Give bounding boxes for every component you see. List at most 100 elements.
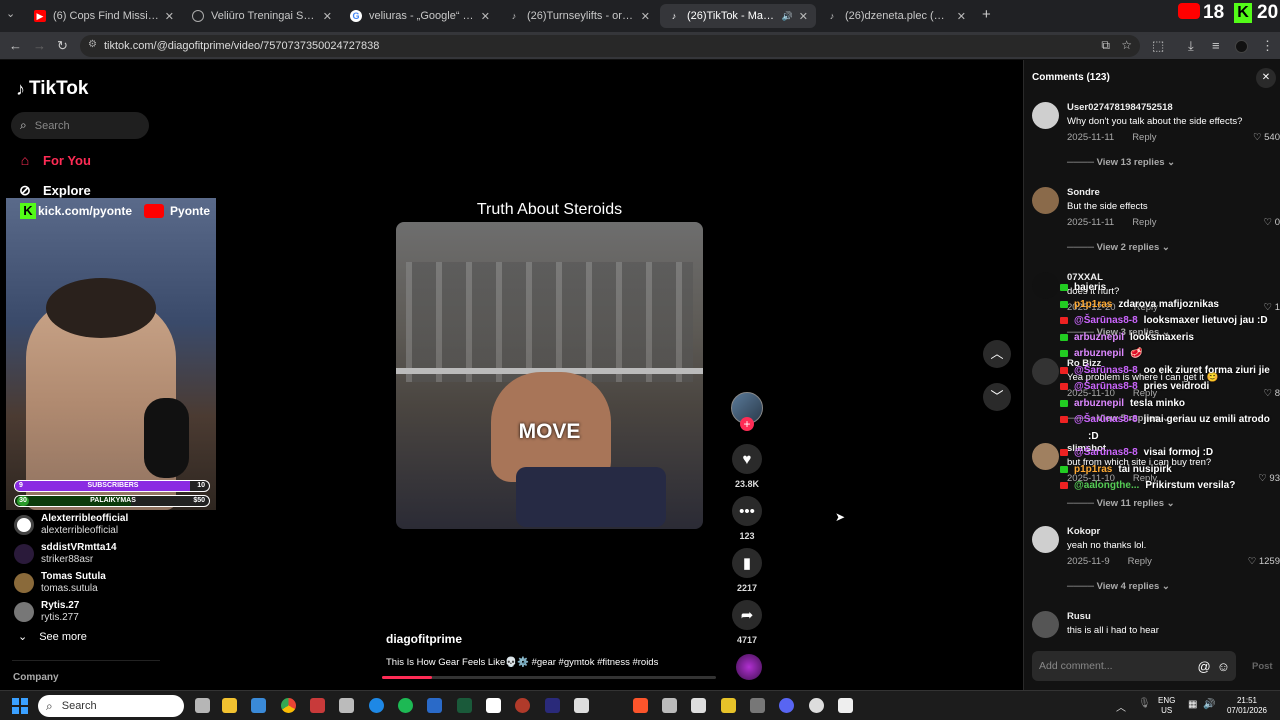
app-icon[interactable] bbox=[457, 698, 472, 713]
music-disc-icon[interactable] bbox=[736, 654, 762, 680]
follow-plus-icon[interactable]: + bbox=[740, 417, 754, 431]
close-tab-icon[interactable]: ✕ bbox=[481, 10, 490, 23]
comment-user[interactable]: Ro Bizz bbox=[1067, 358, 1101, 369]
browser-tab-active[interactable]: ♪ (26)TikTok - Make Your Day 🔊 ✕ bbox=[660, 4, 816, 28]
discord-icon[interactable] bbox=[779, 698, 794, 713]
reload-icon[interactable]: ↻ bbox=[57, 38, 68, 54]
app-icon[interactable] bbox=[339, 698, 354, 713]
reply-button[interactable]: Reply bbox=[1134, 302, 1158, 313]
forward-arrow-icon[interactable]: → bbox=[33, 38, 46, 53]
mention-at-icon[interactable]: @ bbox=[1198, 659, 1211, 674]
close-comments-icon[interactable]: ✕ bbox=[1256, 68, 1276, 88]
close-tab-icon[interactable]: ✕ bbox=[957, 10, 966, 23]
app-icon[interactable] bbox=[662, 698, 677, 713]
task-view-icon[interactable] bbox=[195, 698, 210, 713]
close-tab-icon[interactable]: ✕ bbox=[641, 10, 650, 23]
close-tab-icon[interactable]: ✕ bbox=[799, 10, 808, 23]
tray-chevron-up-icon[interactable]: ︿ bbox=[1116, 699, 1126, 714]
comment-like-button[interactable]: ♡ 1 bbox=[1264, 302, 1280, 313]
nav-explore[interactable]: ⊘ Explore bbox=[16, 182, 91, 199]
comment-like-button[interactable]: ♡ 540 bbox=[1253, 132, 1280, 143]
avatar[interactable] bbox=[1032, 611, 1059, 638]
search-box[interactable]: ⌕ Search bbox=[11, 112, 149, 139]
profile-avatar[interactable] bbox=[1235, 40, 1248, 53]
close-tab-icon[interactable]: ✕ bbox=[323, 10, 332, 23]
avatar[interactable] bbox=[1032, 102, 1059, 129]
browser-menu-icon[interactable]: ⋮ bbox=[1261, 38, 1274, 54]
speaker-icon[interactable]: 🔊 bbox=[782, 11, 793, 22]
taskbar-search[interactable]: ⌕ Search bbox=[38, 695, 184, 717]
view-replies-button[interactable]: ──── View 11 replies ⌄ bbox=[1067, 498, 1175, 509]
save-button[interactable]: ▮ 2217 bbox=[732, 548, 762, 593]
post-comment-button[interactable]: Post bbox=[1252, 661, 1273, 672]
back-arrow-icon[interactable]: ← bbox=[9, 38, 22, 53]
app-icon[interactable] bbox=[486, 698, 501, 713]
followed-account[interactable]: Rytis.27 rytis.277 bbox=[14, 600, 79, 624]
app-icon[interactable] bbox=[515, 698, 530, 713]
followed-account[interactable]: sddistVRmtta14 striker88asr bbox=[14, 542, 117, 566]
view-replies-button[interactable]: ──── View 3 replies ⌄ bbox=[1067, 327, 1170, 338]
comment-user[interactable]: User0274781984752518 bbox=[1067, 102, 1173, 113]
avatar[interactable] bbox=[1032, 272, 1059, 299]
volume-icon[interactable]: 🔊 bbox=[1203, 699, 1215, 710]
microphone-icon[interactable]: 🎙 bbox=[1138, 698, 1151, 709]
browser-tab[interactable]: ♪ (26)Turnseylifts - original sound ✕ bbox=[500, 4, 658, 28]
extensions-icon[interactable]: ⬚ bbox=[1152, 38, 1164, 54]
video-player[interactable]: MOVE bbox=[396, 222, 703, 529]
next-video-chevron-down-icon[interactable]: ﹀ bbox=[983, 383, 1011, 411]
followed-account[interactable]: Alexterribleofficial alexterribleofficial bbox=[14, 513, 128, 537]
app-icon[interactable] bbox=[838, 698, 853, 713]
media-control-icon[interactable]: ≡ bbox=[1212, 38, 1220, 53]
reply-button[interactable]: Reply bbox=[1132, 217, 1156, 228]
tiktok-logo[interactable]: ♪ TikTok bbox=[16, 78, 88, 100]
chrome-icon[interactable] bbox=[281, 698, 296, 713]
comment-user[interactable]: Kokopr bbox=[1067, 526, 1100, 537]
network-icon[interactable]: ▦ bbox=[1188, 699, 1197, 710]
previous-video-chevron-up-icon[interactable]: ︿ bbox=[983, 340, 1011, 368]
store-icon[interactable] bbox=[251, 698, 266, 713]
view-replies-button[interactable]: ──── View 4 replies ⌄ bbox=[1067, 581, 1170, 592]
tab-list-chevron-icon[interactable]: ⌄ bbox=[6, 7, 15, 20]
share-button[interactable]: ➦ 4717 bbox=[732, 600, 762, 645]
edge-icon[interactable] bbox=[369, 698, 384, 713]
app-icon[interactable] bbox=[721, 698, 736, 713]
comment-like-button[interactable]: ♡ 8 bbox=[1264, 388, 1280, 399]
video-author[interactable]: diagofitprime bbox=[386, 632, 462, 646]
photos-icon[interactable] bbox=[427, 698, 442, 713]
comment-button[interactable]: ••• 123 bbox=[732, 496, 762, 541]
avatar[interactable] bbox=[1032, 526, 1059, 553]
download-icon[interactable]: ⤓ bbox=[1188, 38, 1194, 54]
video-progress-bar[interactable] bbox=[382, 676, 716, 679]
language-indicator[interactable]: ENG US bbox=[1158, 696, 1175, 716]
site-info-icon[interactable]: ⚙ bbox=[88, 39, 97, 50]
new-tab-plus-icon[interactable]: + bbox=[982, 6, 991, 23]
comment-user[interactable]: Sondre bbox=[1067, 187, 1100, 198]
browser-tab[interactable]: ♪ (26)dzeneta.plec (@dzeneta.ple ✕ bbox=[818, 4, 974, 28]
app-icon[interactable] bbox=[691, 698, 706, 713]
emoji-icon[interactable]: ☺ bbox=[1217, 659, 1230, 674]
close-tab-icon[interactable]: ✕ bbox=[165, 10, 174, 23]
company-link[interactable]: Company bbox=[13, 672, 59, 683]
browser-tab[interactable]: G veliuras - „Google“ paieška ✕ bbox=[342, 4, 498, 28]
like-button[interactable]: ♥ 23.8K bbox=[732, 444, 762, 489]
address-bar[interactable]: ⚙ tiktok.com/@diagofitprime/video/757073… bbox=[80, 35, 1140, 57]
app-icon[interactable] bbox=[574, 698, 589, 713]
comment-user[interactable]: 07XXAL bbox=[1067, 272, 1103, 283]
comment-user[interactable]: Rusu bbox=[1067, 611, 1091, 622]
browser-tab[interactable]: Veliūro Treningai Su Kapišonu ✕ bbox=[184, 4, 340, 28]
spotify-icon[interactable] bbox=[398, 698, 413, 713]
followed-account[interactable]: Tomas Sutula tomas.sutula bbox=[14, 571, 106, 595]
view-replies-button[interactable]: ──── View 2 replies ⌄ bbox=[1067, 242, 1170, 253]
add-comment-input[interactable]: Add comment... @ ☺ bbox=[1032, 651, 1236, 681]
view-replies-button[interactable]: ──── View 5 replies ⌄ bbox=[1067, 413, 1170, 424]
browser-tab[interactable]: ▶ (6) Cops Find Missing Teen's Bo ✕ bbox=[26, 4, 182, 28]
premiere-icon[interactable] bbox=[545, 698, 560, 713]
avatar[interactable] bbox=[1032, 358, 1059, 385]
install-app-icon[interactable]: ⧉ bbox=[1101, 38, 1110, 53]
avatar[interactable] bbox=[1032, 443, 1059, 470]
avatar[interactable] bbox=[1032, 187, 1059, 214]
reply-button[interactable]: Reply bbox=[1128, 556, 1152, 567]
file-explorer-icon[interactable] bbox=[222, 698, 237, 713]
reply-button[interactable]: Reply bbox=[1133, 388, 1157, 399]
app-icon[interactable] bbox=[750, 698, 765, 713]
